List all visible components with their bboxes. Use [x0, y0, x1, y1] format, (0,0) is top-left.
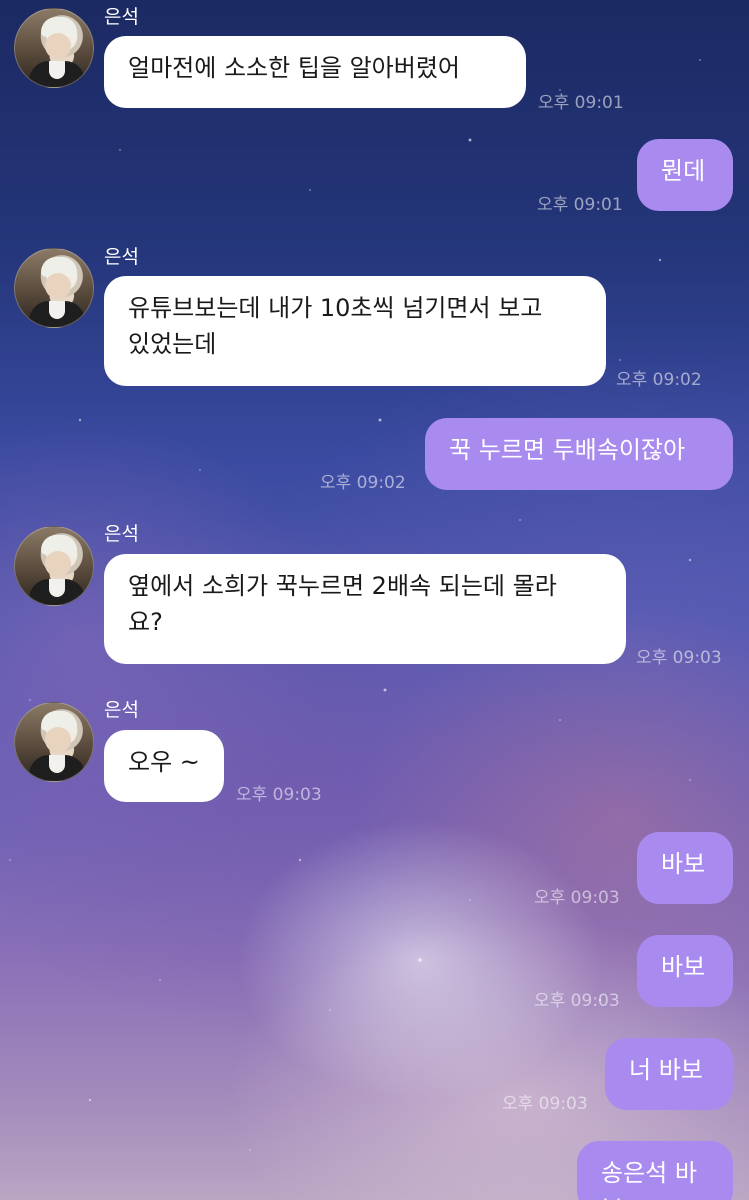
contact-avatar[interactable] [14, 702, 94, 782]
contact-name: 은석 [104, 246, 139, 268]
message-bubble-outgoing[interactable]: 송은석 바보 [577, 1141, 733, 1200]
message-timestamp: 오후 09:03 [636, 648, 722, 668]
message-timestamp: 오후 09:01 [537, 195, 623, 215]
message-timestamp: 오후 09:03 [236, 785, 322, 805]
message-bubble-incoming[interactable]: 유튜브보는데 내가 10초씩 넘기면서 보고 있었는데 [104, 276, 606, 386]
contact-name: 은석 [104, 6, 139, 28]
message-bubble-incoming[interactable]: 오우 ~ [104, 730, 224, 802]
message-bubble-outgoing[interactable]: 뭔데 [637, 139, 733, 211]
contact-name: 은석 [104, 523, 139, 545]
message-timestamp: 오후 09:03 [534, 888, 620, 908]
contact-name: 은석 [104, 699, 139, 721]
message-bubble-outgoing[interactable]: 바보 [637, 935, 733, 1007]
message-bubble-outgoing[interactable]: 바보 [637, 832, 733, 904]
message-timestamp: 오후 09:01 [538, 93, 624, 113]
contact-avatar[interactable] [14, 8, 94, 88]
message-bubble-outgoing[interactable]: 너 바보 [605, 1038, 733, 1110]
message-bubble-outgoing[interactable]: 꾹 누르면 두배속이잖아 [425, 418, 733, 490]
contact-avatar[interactable] [14, 526, 94, 606]
message-timestamp: 오후 09:02 [320, 473, 406, 493]
message-timestamp: 오후 09:03 [534, 991, 620, 1011]
message-timestamp: 오후 09:03 [502, 1094, 588, 1114]
message-bubble-incoming[interactable]: 옆에서 소희가 꾹누르면 2배속 되는데 몰라 요? [104, 554, 626, 664]
contact-avatar[interactable] [14, 248, 94, 328]
message-timestamp: 오후 09:02 [616, 370, 702, 390]
message-bubble-incoming[interactable]: 얼마전에 소소한 팁을 알아버렸어 [104, 36, 526, 108]
